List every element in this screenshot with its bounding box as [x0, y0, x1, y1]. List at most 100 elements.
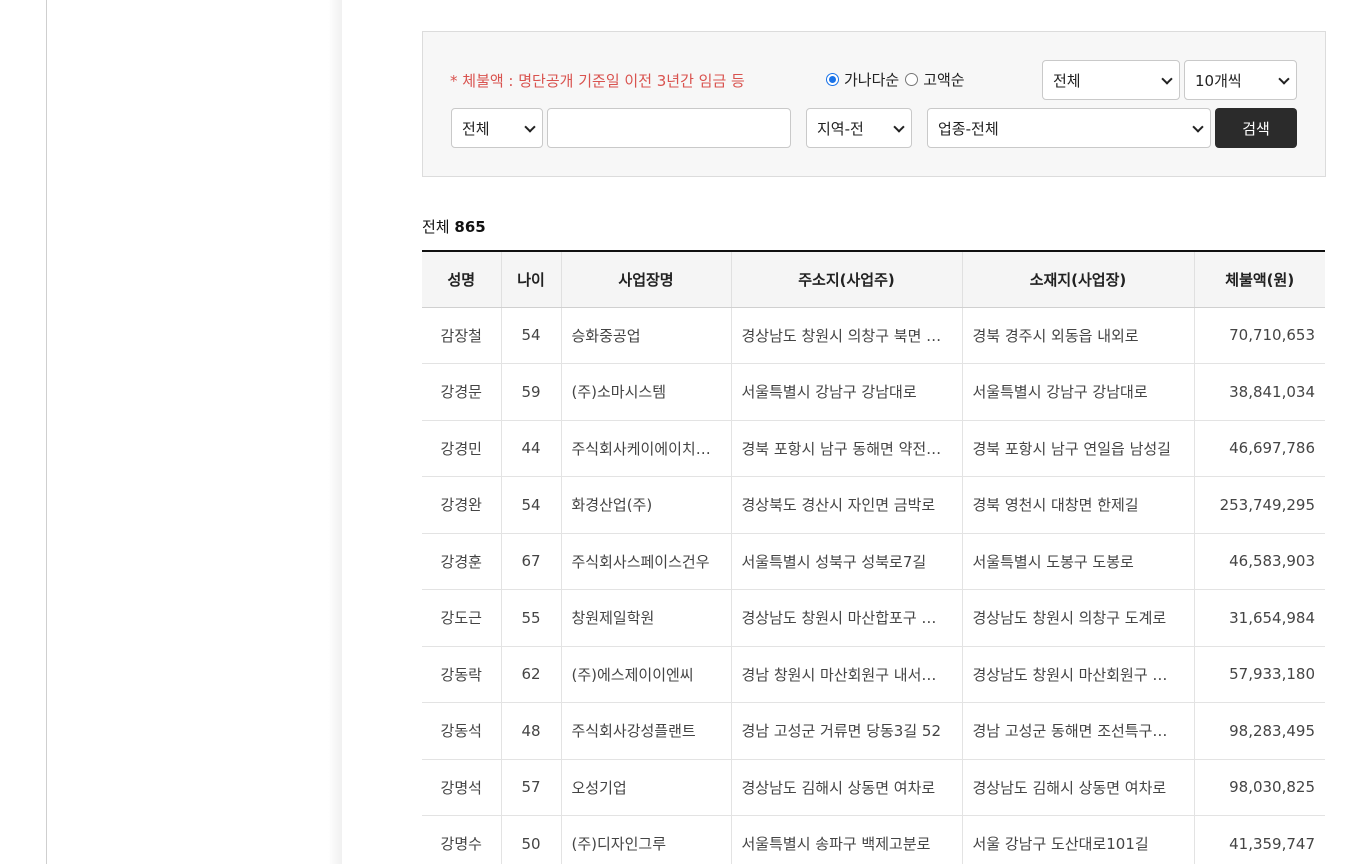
cell-business-name: (주)디자인그루: [561, 815, 732, 864]
region-select[interactable]: 지역-전: [806, 108, 912, 148]
cell-owner-address: 서울특별시 송파구 백제고분로: [731, 815, 963, 864]
cell-business-location: 경북 영천시 대창면 한제길: [962, 476, 1195, 534]
cell-unpaid-amount: 253,749,295: [1194, 476, 1325, 534]
cell-business-name: (주)소마시스템: [561, 363, 732, 421]
sort-alphabetical-label[interactable]: 가나다순: [844, 69, 899, 90]
cell-unpaid-amount: 57,933,180: [1194, 646, 1325, 703]
cell-business-location: 경상남도 김해시 상동면 여차로: [962, 759, 1195, 816]
sort-radio-group: 가나다순 고액순: [826, 69, 971, 90]
total-count: 전체 865: [422, 216, 486, 237]
cell-unpaid-amount: 98,030,825: [1194, 759, 1325, 816]
table-row[interactable]: 강동석 48 주식회사강성플랜트 경남 고성군 거류면 당동3길 52 경남 고성군 동…: [422, 702, 1325, 760]
header-owner-address: 주소지(사업주): [731, 251, 963, 308]
page-size-select[interactable]: 10개씩: [1184, 60, 1297, 100]
cell-business-name: 주식회사스페이스건우: [561, 533, 732, 590]
cell-owner-address: 서울특별시 강남구 강남대로: [731, 363, 963, 421]
cell-owner-address: 경상남도 김해시 상동면 여차로: [731, 759, 963, 816]
chevron-down-icon: [524, 121, 536, 133]
cell-unpaid-amount: 41,359,747: [1194, 815, 1325, 864]
cell-business-location: 경북 포항시 남구 연일읍 남성길: [962, 420, 1195, 477]
table-row[interactable]: 강경훈 67 주식회사스페이스건우 서울특별시 성북구 성북로7길 서울특별시 도봉구 …: [422, 533, 1325, 590]
table-row[interactable]: 강명수 50 (주)디자인그루 서울특별시 송파구 백제고분로 서울 강남구 도산대로1…: [422, 815, 1325, 864]
page-size-select-value: 10개씩: [1195, 71, 1242, 90]
cell-name: 강명수: [422, 815, 502, 864]
cell-business-location: 경상남도 창원시 의창구 도계로: [962, 589, 1195, 647]
search-field-select[interactable]: 전체: [451, 108, 543, 148]
cell-age: 44: [501, 420, 562, 477]
cell-name: 강도근: [422, 589, 502, 647]
cell-business-name: 주식회사강성플랜트: [561, 702, 732, 760]
sidebar-shadow: [328, 0, 342, 864]
cell-name: 감장철: [422, 307, 502, 364]
header-business-name: 사업장명: [561, 251, 732, 308]
industry-select[interactable]: 업종-전체: [927, 108, 1211, 148]
cell-name: 강명석: [422, 759, 502, 816]
table-header-row: 성명 나이 사업장명 주소지(사업주) 소재지(사업장) 체불액(원): [422, 251, 1325, 308]
chevron-down-icon: [893, 121, 905, 133]
table-row[interactable]: 강동락 62 (주)에스제이이엔씨 경남 창원시 마산회원구 내서… 경상남도 창원시 …: [422, 646, 1325, 703]
cell-age: 57: [501, 759, 562, 816]
category-select[interactable]: 전체: [1042, 60, 1180, 100]
cell-unpaid-amount: 98,283,495: [1194, 702, 1325, 760]
search-filter-panel: [422, 31, 1326, 177]
cell-owner-address: 경상남도 창원시 마산합포구 …: [731, 589, 963, 647]
cell-name: 강경문: [422, 363, 502, 421]
cell-name: 강동석: [422, 702, 502, 760]
cell-business-name: 승화중공업: [561, 307, 732, 364]
search-input[interactable]: [547, 108, 791, 148]
category-select-value: 전체: [1053, 71, 1081, 90]
cell-business-location: 서울특별시 도봉구 도봉로: [962, 533, 1195, 590]
cell-age: 59: [501, 363, 562, 421]
cell-owner-address: 경상남도 창원시 의창구 북면 …: [731, 307, 963, 364]
header-business-location: 소재지(사업장): [962, 251, 1195, 308]
region-select-value: 지역-전: [817, 119, 864, 138]
cell-business-name: (주)에스제이이엔씨: [561, 646, 732, 703]
cell-unpaid-amount: 70,710,653: [1194, 307, 1325, 364]
sort-amount-radio[interactable]: [905, 73, 919, 86]
cell-age: 62: [501, 646, 562, 703]
header-age: 나이: [501, 251, 562, 308]
cell-age: 55: [501, 589, 562, 647]
table-row[interactable]: 강명석 57 오성기업 경상남도 김해시 상동면 여차로 경상남도 김해시 상동면 여차…: [422, 759, 1325, 816]
table-row[interactable]: 강경완 54 화경산업(주) 경상북도 경산시 자인면 금박로 경북 영천시 대창면 한…: [422, 476, 1325, 534]
cell-business-location: 경상남도 창원시 마산회원구 …: [962, 646, 1195, 703]
table-row[interactable]: 강경민 44 주식회사케이에이치… 경북 포항시 남구 동해면 약전… 경북 포항시 남…: [422, 420, 1325, 477]
cell-owner-address: 경북 포항시 남구 동해면 약전…: [731, 420, 963, 477]
chevron-down-icon: [1192, 121, 1204, 133]
sort-alphabetical-radio[interactable]: [826, 73, 839, 86]
cell-name: 강경훈: [422, 533, 502, 590]
sort-amount-label[interactable]: 고액순: [923, 69, 964, 90]
cell-unpaid-amount: 46,697,786: [1194, 420, 1325, 477]
header-unpaid-amount: 체불액(원): [1194, 251, 1325, 308]
chevron-down-icon: [1161, 73, 1173, 85]
cell-owner-address: 경남 창원시 마산회원구 내서…: [731, 646, 963, 703]
cell-age: 50: [501, 815, 562, 864]
cell-business-location: 서울 강남구 도산대로101길: [962, 815, 1195, 864]
cell-age: 48: [501, 702, 562, 760]
table-row[interactable]: 감장철 54 승화중공업 경상남도 창원시 의창구 북면 … 경북 경주시 외동읍 내외…: [422, 307, 1325, 364]
total-count-value: 865: [454, 218, 486, 236]
left-sidebar: [0, 0, 342, 864]
cell-owner-address: 서울특별시 성북구 성북로7길: [731, 533, 963, 590]
unpaid-wages-table: 성명 나이 사업장명 주소지(사업주) 소재지(사업장) 체불액(원) 감장철 5…: [422, 250, 1325, 864]
header-name: 성명: [422, 251, 502, 308]
search-field-select-value: 전체: [462, 119, 490, 138]
cell-business-name: 주식회사케이에이치…: [561, 420, 732, 477]
total-label: 전체: [422, 218, 450, 236]
cell-business-name: 창원제일학원: [561, 589, 732, 647]
cell-business-location: 서울특별시 강남구 강남대로: [962, 363, 1195, 421]
cell-age: 54: [501, 307, 562, 364]
table-row[interactable]: 강경문 59 (주)소마시스템 서울특별시 강남구 강남대로 서울특별시 강남구 강남대…: [422, 363, 1325, 421]
cell-unpaid-amount: 38,841,034: [1194, 363, 1325, 421]
cell-name: 강동락: [422, 646, 502, 703]
cell-business-location: 경남 고성군 동해면 조선특구…: [962, 702, 1195, 760]
cell-business-name: 오성기업: [561, 759, 732, 816]
sidebar-divider: [46, 0, 47, 864]
cell-business-name: 화경산업(주): [561, 476, 732, 534]
chevron-down-icon: [1278, 73, 1290, 85]
cell-age: 67: [501, 533, 562, 590]
search-button[interactable]: 검색: [1215, 108, 1297, 148]
table-row[interactable]: 강도근 55 창원제일학원 경상남도 창원시 마산합포구 … 경상남도 창원시 의창구 …: [422, 589, 1325, 647]
cell-unpaid-amount: 46,583,903: [1194, 533, 1325, 590]
cell-name: 강경완: [422, 476, 502, 534]
